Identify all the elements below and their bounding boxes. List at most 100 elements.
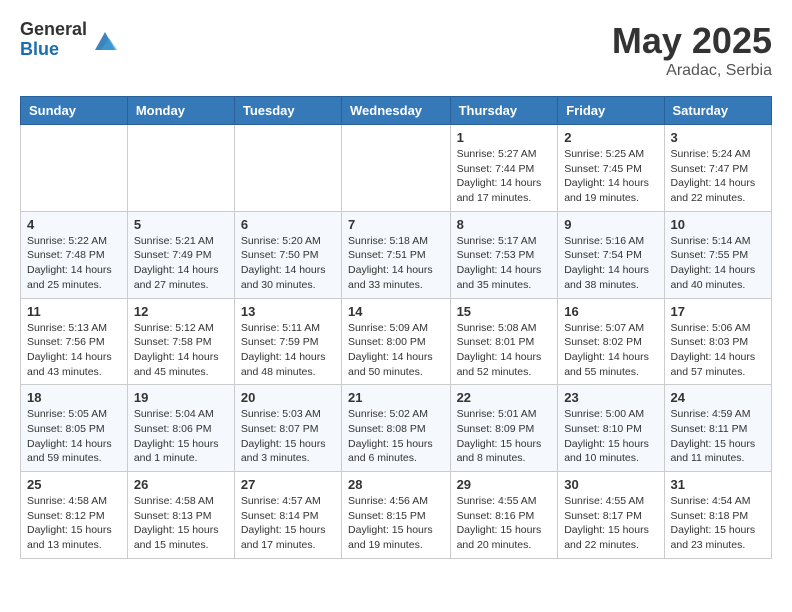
table-row: 20 Sunrise: 5:03 AM Sunset: 8:07 PM Dayli… xyxy=(234,385,341,472)
table-row: 6Sunrise: 5:20 AM Sunset: 7:50 PM Daylig… xyxy=(234,211,341,298)
logo-icon xyxy=(91,26,119,54)
calendar-week-row: 4Sunrise: 5:22 AM Sunset: 7:48 PM Daylig… xyxy=(21,211,772,298)
calendar-week-row: 18 Sunrise: 5:05 AM Sunset: 8:05 PM Dayli… xyxy=(21,385,772,472)
day-info: Sunrise: 5:20 AM Sunset: 7:50 PM Dayligh… xyxy=(241,234,335,293)
day-info: Sunrise: 5:17 AM Sunset: 7:53 PM Dayligh… xyxy=(457,234,552,293)
day-number: 10 xyxy=(671,217,765,232)
day-number: 13 xyxy=(241,304,335,319)
day-number: 3 xyxy=(671,130,765,145)
day-number: 30 xyxy=(564,477,657,492)
header-tuesday: Tuesday xyxy=(234,97,341,125)
table-row: 27 Sunrise: 4:57 AM Sunset: 8:14 PM Dayli… xyxy=(234,472,341,559)
day-number: 16 xyxy=(564,304,657,319)
day-info: Sunrise: 5:25 AM Sunset: 7:45 PM Dayligh… xyxy=(564,147,657,206)
table-row: 10 Sunrise: 5:14 AM Sunset: 7:55 PM Dayli… xyxy=(664,211,771,298)
day-info: Sunrise: 5:14 AM Sunset: 7:55 PM Dayligh… xyxy=(671,234,765,293)
day-info: Sunrise: 5:05 AM Sunset: 8:05 PM Dayligh… xyxy=(27,407,121,466)
day-info: Sunrise: 5:04 AM Sunset: 8:06 PM Dayligh… xyxy=(134,407,228,466)
logo-general-text: General xyxy=(20,20,87,40)
table-row: 15 Sunrise: 5:08 AM Sunset: 8:01 PM Dayli… xyxy=(450,298,558,385)
day-info: Sunrise: 4:55 AM Sunset: 8:16 PM Dayligh… xyxy=(457,494,552,553)
logo-blue-text: Blue xyxy=(20,40,87,60)
day-info: Sunrise: 5:18 AM Sunset: 7:51 PM Dayligh… xyxy=(348,234,444,293)
day-info: Sunrise: 4:55 AM Sunset: 8:17 PM Dayligh… xyxy=(564,494,657,553)
header-thursday: Thursday xyxy=(450,97,558,125)
day-number: 20 xyxy=(241,390,335,405)
day-info: Sunrise: 5:02 AM Sunset: 8:08 PM Dayligh… xyxy=(348,407,444,466)
calendar-week-row: 25 Sunrise: 4:58 AM Sunset: 8:12 PM Dayli… xyxy=(21,472,772,559)
table-row: 11Sunrise: 5:13 AM Sunset: 7:56 PM Dayli… xyxy=(21,298,128,385)
table-row: 16 Sunrise: 5:07 AM Sunset: 8:02 PM Dayli… xyxy=(558,298,664,385)
header-friday: Friday xyxy=(558,97,664,125)
day-number: 31 xyxy=(671,477,765,492)
title-month: May 2025 xyxy=(612,20,772,62)
day-number: 23 xyxy=(564,390,657,405)
header-wednesday: Wednesday xyxy=(342,97,451,125)
day-info: Sunrise: 5:08 AM Sunset: 8:01 PM Dayligh… xyxy=(457,321,552,380)
title-location: Aradac, Serbia xyxy=(612,62,772,80)
day-info: Sunrise: 4:54 AM Sunset: 8:18 PM Dayligh… xyxy=(671,494,765,553)
table-row: 7Sunrise: 5:18 AM Sunset: 7:51 PM Daylig… xyxy=(342,211,451,298)
day-number: 19 xyxy=(134,390,228,405)
table-row xyxy=(342,125,451,212)
table-row: 21 Sunrise: 5:02 AM Sunset: 8:08 PM Dayli… xyxy=(342,385,451,472)
day-number: 8 xyxy=(457,217,552,232)
table-row: 1Sunrise: 5:27 AM Sunset: 7:44 PM Daylig… xyxy=(450,125,558,212)
table-row: 17Sunrise: 5:06 AM Sunset: 8:03 PM Dayli… xyxy=(664,298,771,385)
table-row: 2 Sunrise: 5:25 AM Sunset: 7:45 PM Daylig… xyxy=(558,125,664,212)
day-info: Sunrise: 4:58 AM Sunset: 8:12 PM Dayligh… xyxy=(27,494,121,553)
day-number: 22 xyxy=(457,390,552,405)
table-row: 4Sunrise: 5:22 AM Sunset: 7:48 PM Daylig… xyxy=(21,211,128,298)
day-number: 17 xyxy=(671,304,765,319)
day-info: Sunrise: 5:03 AM Sunset: 8:07 PM Dayligh… xyxy=(241,407,335,466)
table-row: 18 Sunrise: 5:05 AM Sunset: 8:05 PM Dayli… xyxy=(21,385,128,472)
day-number: 25 xyxy=(27,477,121,492)
day-info: Sunrise: 5:09 AM Sunset: 8:00 PM Dayligh… xyxy=(348,321,444,380)
table-row: 13Sunrise: 5:11 AM Sunset: 7:59 PM Dayli… xyxy=(234,298,341,385)
page-header: General Blue May 2025 Aradac, Serbia xyxy=(20,20,772,80)
table-row: 24Sunrise: 4:59 AM Sunset: 8:11 PM Dayli… xyxy=(664,385,771,472)
table-row xyxy=(21,125,128,212)
day-number: 9 xyxy=(564,217,657,232)
table-row: 23 Sunrise: 5:00 AM Sunset: 8:10 PM Dayli… xyxy=(558,385,664,472)
table-row: 5Sunrise: 5:21 AM Sunset: 7:49 PM Daylig… xyxy=(127,211,234,298)
table-row: 3 Sunrise: 5:24 AM Sunset: 7:47 PM Daylig… xyxy=(664,125,771,212)
day-number: 28 xyxy=(348,477,444,492)
day-info: Sunrise: 5:21 AM Sunset: 7:49 PM Dayligh… xyxy=(134,234,228,293)
day-number: 21 xyxy=(348,390,444,405)
table-row: 30 Sunrise: 4:55 AM Sunset: 8:17 PM Dayli… xyxy=(558,472,664,559)
day-number: 27 xyxy=(241,477,335,492)
day-number: 1 xyxy=(457,130,552,145)
day-info: Sunrise: 4:58 AM Sunset: 8:13 PM Dayligh… xyxy=(134,494,228,553)
calendar-header-row: Sunday Monday Tuesday Wednesday Thursday… xyxy=(21,97,772,125)
day-info: Sunrise: 5:00 AM Sunset: 8:10 PM Dayligh… xyxy=(564,407,657,466)
calendar-week-row: 11Sunrise: 5:13 AM Sunset: 7:56 PM Dayli… xyxy=(21,298,772,385)
day-info: Sunrise: 5:07 AM Sunset: 8:02 PM Dayligh… xyxy=(564,321,657,380)
table-row: 19 Sunrise: 5:04 AM Sunset: 8:06 PM Dayli… xyxy=(127,385,234,472)
day-info: Sunrise: 5:13 AM Sunset: 7:56 PM Dayligh… xyxy=(27,321,121,380)
day-info: Sunrise: 5:24 AM Sunset: 7:47 PM Dayligh… xyxy=(671,147,765,206)
calendar-table: Sunday Monday Tuesday Wednesday Thursday… xyxy=(20,96,772,559)
table-row: 22 Sunrise: 5:01 AM Sunset: 8:09 PM Dayli… xyxy=(450,385,558,472)
header-sunday: Sunday xyxy=(21,97,128,125)
day-info: Sunrise: 5:16 AM Sunset: 7:54 PM Dayligh… xyxy=(564,234,657,293)
table-row: 12 Sunrise: 5:12 AM Sunset: 7:58 PM Dayli… xyxy=(127,298,234,385)
day-info: Sunrise: 5:01 AM Sunset: 8:09 PM Dayligh… xyxy=(457,407,552,466)
day-number: 15 xyxy=(457,304,552,319)
table-row xyxy=(234,125,341,212)
day-info: Sunrise: 5:12 AM Sunset: 7:58 PM Dayligh… xyxy=(134,321,228,380)
day-number: 26 xyxy=(134,477,228,492)
table-row: 8 Sunrise: 5:17 AM Sunset: 7:53 PM Daylig… xyxy=(450,211,558,298)
day-number: 18 xyxy=(27,390,121,405)
day-info: Sunrise: 4:59 AM Sunset: 8:11 PM Dayligh… xyxy=(671,407,765,466)
title-block: May 2025 Aradac, Serbia xyxy=(612,20,772,80)
logo: General Blue xyxy=(20,20,119,60)
day-number: 4 xyxy=(27,217,121,232)
header-saturday: Saturday xyxy=(664,97,771,125)
day-number: 12 xyxy=(134,304,228,319)
table-row: 9 Sunrise: 5:16 AM Sunset: 7:54 PM Daylig… xyxy=(558,211,664,298)
table-row xyxy=(127,125,234,212)
day-info: Sunrise: 4:57 AM Sunset: 8:14 PM Dayligh… xyxy=(241,494,335,553)
day-number: 2 xyxy=(564,130,657,145)
table-row: 31 Sunrise: 4:54 AM Sunset: 8:18 PM Dayli… xyxy=(664,472,771,559)
